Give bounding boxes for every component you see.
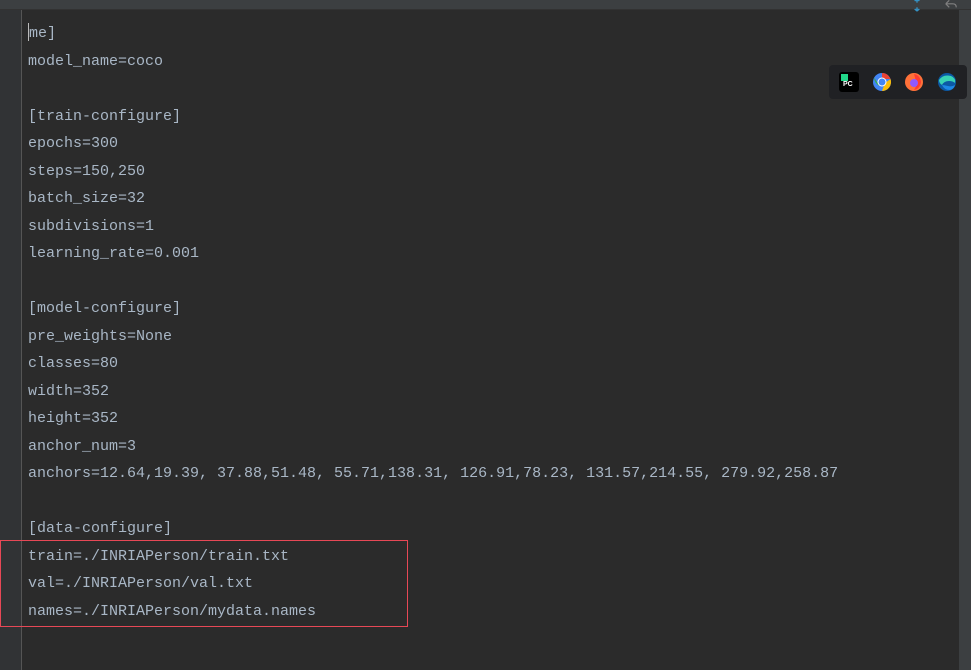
editor-line: names=./INRIAPerson/mydata.names	[28, 603, 316, 620]
editor-line: learning_rate=0.001	[28, 245, 199, 262]
chrome-app-icon[interactable]	[871, 71, 893, 93]
svg-text:PC: PC	[843, 81, 853, 88]
app-switcher-tray: PC	[829, 65, 967, 99]
editor-line: anchor_num=3	[28, 438, 136, 455]
editor-line: batch_size=32	[28, 190, 145, 207]
edge-app-icon[interactable]	[936, 71, 958, 93]
editor-line: classes=80	[28, 355, 118, 372]
editor-line: me]	[29, 25, 56, 42]
editor-line: [train-configure]	[28, 108, 181, 125]
editor-line: subdivisions=1	[28, 218, 154, 235]
editor-line: epochs=300	[28, 135, 118, 152]
editor-line: [model-configure]	[28, 300, 181, 317]
editor-line: pre_weights=None	[28, 328, 172, 345]
editor-line: model_name=coco	[28, 53, 163, 70]
editor-line: train=./INRIAPerson/train.txt	[28, 548, 289, 565]
editor-line: height=352	[28, 410, 118, 427]
pycharm-app-icon[interactable]: PC	[838, 71, 860, 93]
editor-gutter	[0, 10, 22, 670]
firefox-app-icon[interactable]	[903, 71, 925, 93]
vertical-scrollbar[interactable]	[959, 10, 971, 670]
code-editor[interactable]: me] model_name=coco [train-configure] ep…	[22, 10, 971, 670]
editor-line: width=352	[28, 383, 109, 400]
editor-line: val=./INRIAPerson/val.txt	[28, 575, 253, 592]
titlebar	[0, 0, 971, 10]
editor-line: [data-configure]	[28, 520, 172, 537]
editor-line: anchors=12.64,19.39, 37.88,51.48, 55.71,…	[28, 465, 838, 482]
editor-line: steps=150,250	[28, 163, 145, 180]
